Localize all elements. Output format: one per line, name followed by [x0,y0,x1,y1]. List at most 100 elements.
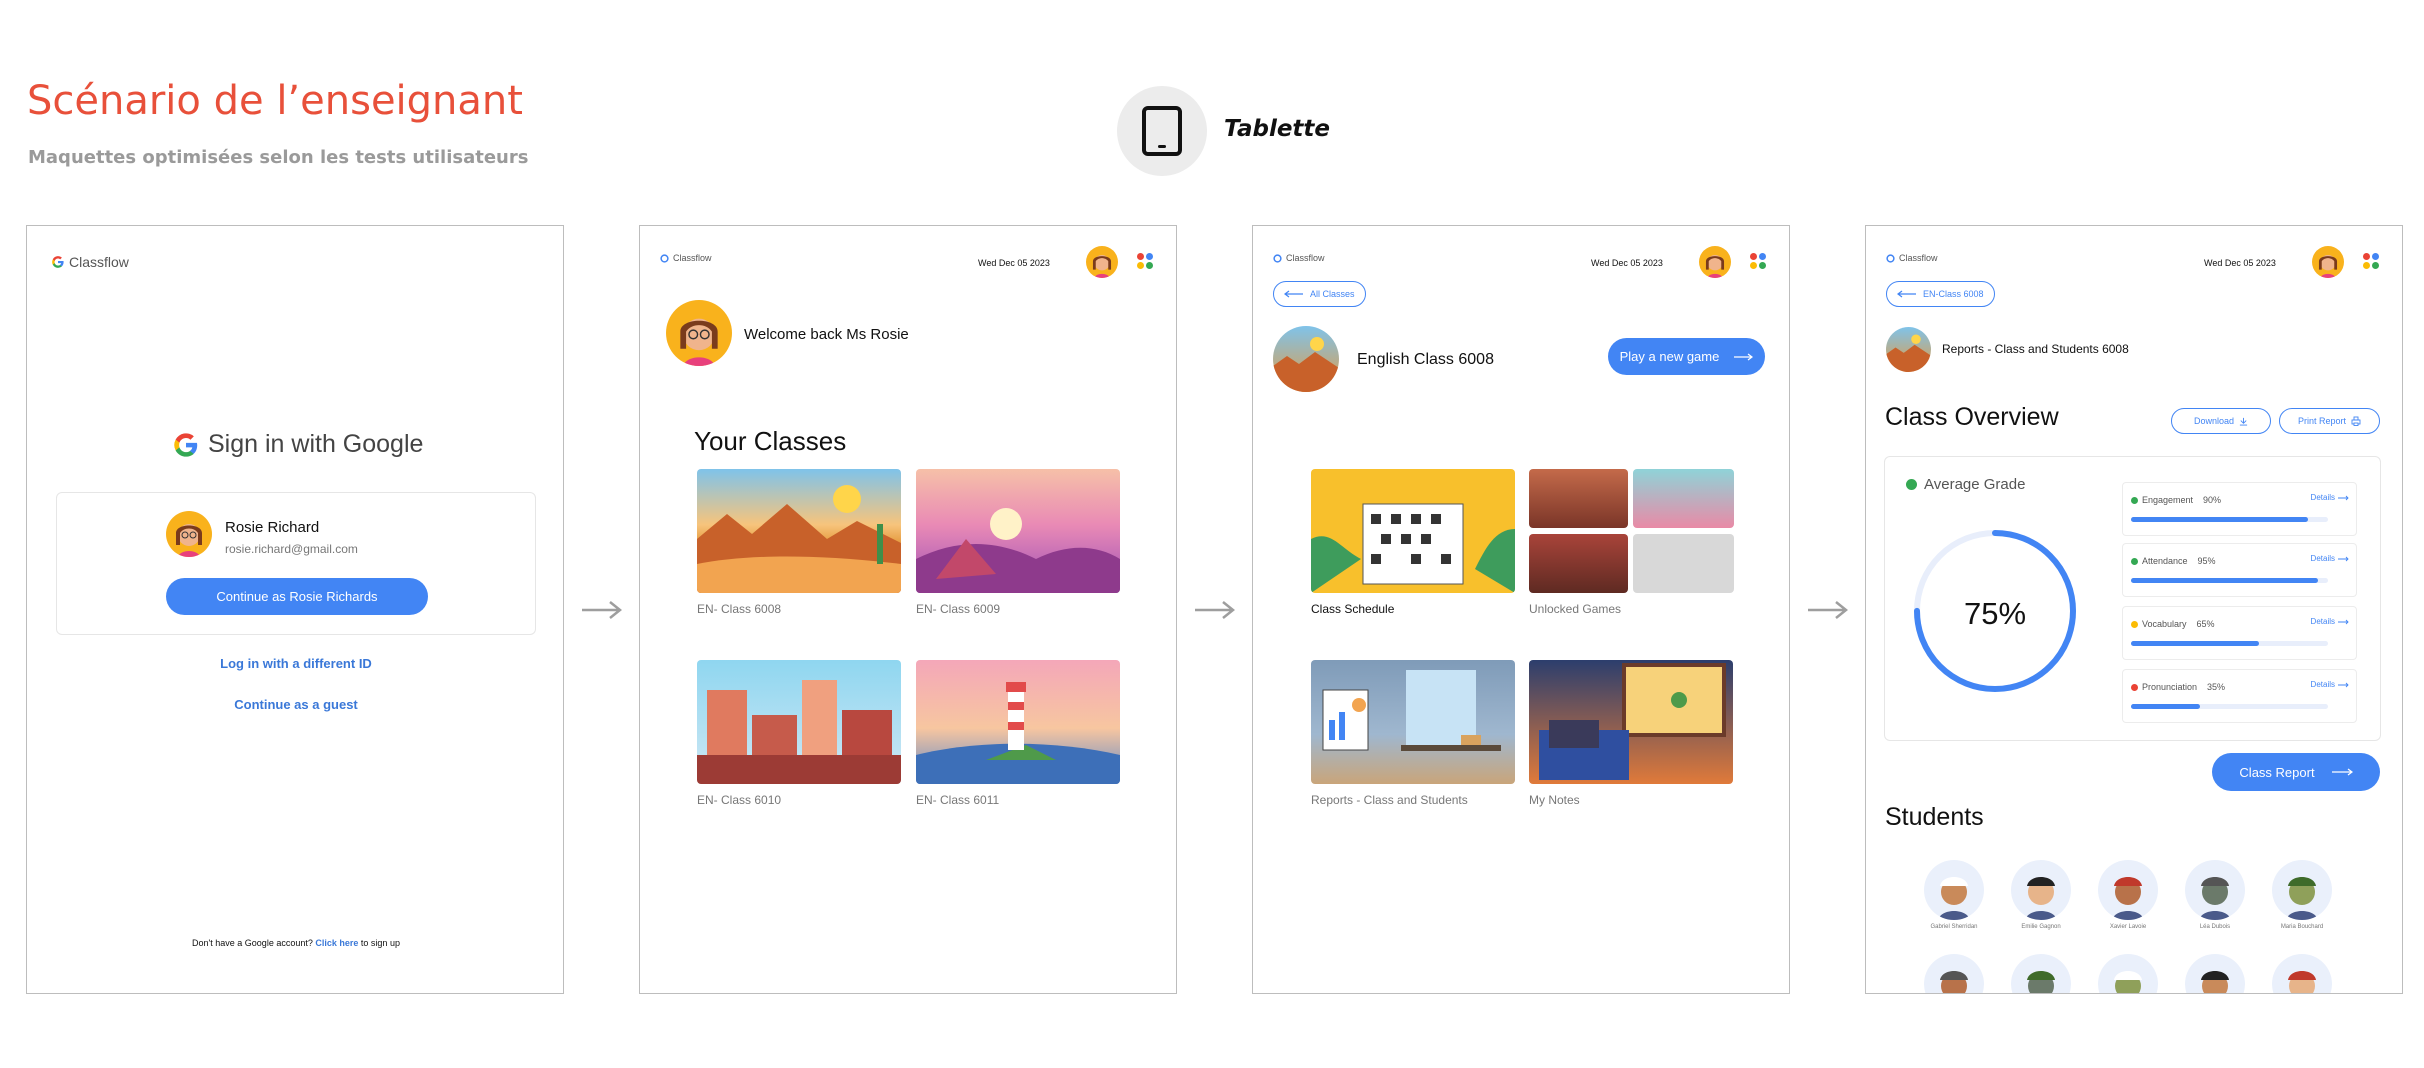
apps-grid-icon[interactable] [1749,252,1767,270]
details-link[interactable]: Details [2311,680,2350,689]
student-avatar[interactable] [2011,860,2071,920]
details-link[interactable]: Details [2311,554,2350,563]
metric-progress-track [2131,517,2328,522]
class-thumbnail-city[interactable] [697,660,901,784]
details-link[interactable]: Details [2311,617,2350,626]
arrow-left-icon [1284,290,1303,298]
student-name: Xavier Lavoie [2109,924,2147,930]
tile-label[interactable]: Class Schedule [1311,602,1394,616]
game-thumbnail[interactable] [1633,469,1734,528]
metric-value: 35% [2207,682,2226,692]
apps-grid-icon[interactable] [1136,252,1154,270]
guest-link[interactable]: Continue as a guest [27,697,563,712]
green-dot-icon [1906,479,1917,490]
student-name: Emilie Gagnon [2021,924,2061,930]
class-label[interactable]: EN- Class 6010 [697,793,781,807]
class-label[interactable]: EN- Class 6008 [697,602,781,616]
class-thumbnail-lighthouse[interactable] [916,660,1120,784]
different-id-link[interactable]: Log in with a different ID [27,656,563,671]
metric-label: Pronunciation 35% [2131,682,2225,692]
metric-name: Attendance [2142,556,2188,566]
details-label: Details [2310,554,2335,563]
continue-button[interactable]: Continue as Rosie Richards [166,578,428,615]
play-new-game-button[interactable]: Play a new game [1608,338,1765,375]
tile-label[interactable]: Reports - Class and Students [1311,793,1468,807]
classflow-logo: Classflow [51,254,129,270]
metric-name: Pronunciation [2142,682,2198,692]
download-button[interactable]: Download [2171,408,2271,434]
metric-card: Attendance 95% Details [2122,543,2357,597]
metric-progress-track [2131,704,2328,709]
classes-heading: Your Classes [694,426,847,456]
arrow-right-icon [2338,495,2349,500]
profile-avatar[interactable] [1086,246,1118,278]
student-avatar[interactable] [2272,860,2332,920]
date-label: Wed Dec 05 2023 [1591,258,1663,268]
footer-text: Don't have a Google account? [192,938,313,948]
student-avatar[interactable] [2185,954,2245,993]
status-dot-icon [2131,557,2138,565]
back-button[interactable]: All Classes [1273,281,1366,307]
metric-label: Attendance 95% [2131,556,2216,566]
logo-text: Classflow [673,253,712,263]
classflow-logo[interactable]: Classflow [1886,253,1938,263]
back-label: EN-Class 6008 [1923,289,1984,299]
class-report-label: Class Report [2239,764,2315,780]
game-thumbnail[interactable] [1529,469,1628,528]
google-g-icon [660,253,669,263]
metric-value: 90% [2203,495,2222,505]
tile-my-notes[interactable] [1529,660,1733,784]
profile-avatar[interactable] [1699,246,1731,278]
details-link[interactable]: Details [2311,493,2350,502]
student-avatar[interactable] [1924,860,1984,920]
printer-icon [2351,416,2361,426]
arrow-left-icon [1897,290,1916,298]
details-label: Details [2310,493,2335,502]
tile-class-schedule[interactable] [1311,469,1515,593]
device-label: Tablette [1224,116,1331,142]
back-button[interactable]: EN-Class 6008 [1886,281,1995,307]
arrow-right-icon [1734,353,1754,360]
student-name: Léa Dubois [2199,924,2231,930]
metric-progress-track [2131,641,2328,646]
date-label: Wed Dec 05 2023 [978,258,1050,268]
class-label[interactable]: EN- Class 6011 [916,793,999,807]
teacher-avatar [666,300,732,366]
class-thumbnail-sunset[interactable] [916,469,1120,593]
metric-progress-fill [2131,704,2200,709]
signup-link[interactable]: Click here [315,938,358,948]
google-g-icon [1273,253,1282,263]
google-g-icon [174,432,198,457]
back-label: All Classes [1310,289,1355,299]
logo-text: Classflow [69,254,129,270]
account-email: rosie.richard@gmail.com [225,542,358,556]
class-thumbnail-desert[interactable] [697,469,901,593]
print-label: Print Report [2297,416,2347,426]
metric-progress-track [2131,578,2328,583]
tile-label[interactable]: My Notes [1529,793,1580,807]
print-report-button[interactable]: Print Report [2279,408,2380,434]
tile-label[interactable]: Unlocked Games [1529,602,1621,616]
details-label: Details [2310,617,2335,626]
arrow-right-icon [2338,682,2349,687]
class-label[interactable]: EN- Class 6009 [916,602,1000,616]
student-avatar[interactable] [1924,954,1984,993]
apps-grid-icon[interactable] [2362,252,2380,270]
average-grade-value: 75% [1963,596,2027,631]
reports-title: Reports - Class and Students 6008 [1942,342,2129,356]
classflow-logo[interactable]: Classflow [660,253,712,263]
metric-card: Pronunciation 35% Details [2122,669,2357,723]
student-avatar[interactable] [2098,860,2158,920]
class-report-button[interactable]: Class Report [2212,753,2380,791]
signin-heading: Sign in with Google [172,430,423,459]
classflow-logo[interactable]: Classflow [1273,253,1325,263]
student-avatar[interactable] [2098,954,2158,993]
student-avatar[interactable] [2011,954,2071,993]
arrow-right-icon [582,601,623,619]
profile-avatar[interactable] [2312,246,2344,278]
student-avatar[interactable] [2185,860,2245,920]
metric-card: Engagement 90% Details [2122,482,2357,536]
game-thumbnail[interactable] [1529,534,1628,593]
student-avatar[interactable] [2272,954,2332,993]
tile-reports[interactable] [1311,660,1515,784]
